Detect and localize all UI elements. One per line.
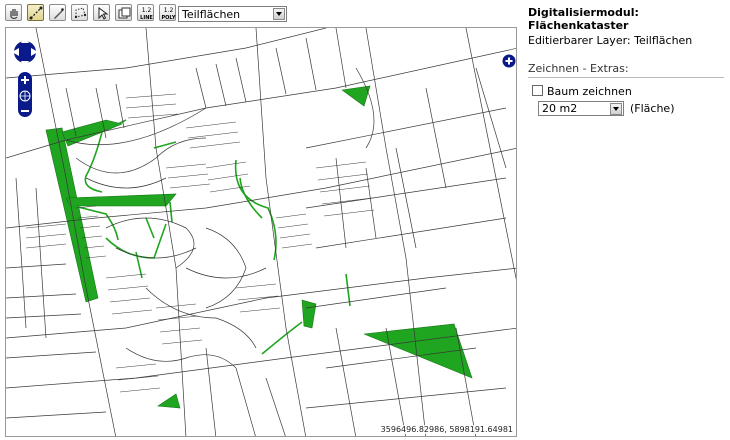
- layer-switcher-icon[interactable]: [502, 54, 516, 68]
- tree-size-row: 20 m2 (Fläche): [528, 101, 724, 117]
- parcel-map[interactable]: [6, 28, 517, 437]
- select-arrow-icon[interactable]: [93, 4, 110, 21]
- edit-pen-icon[interactable]: [49, 4, 66, 21]
- green-area: [65, 193, 177, 207]
- layer-select-value: Teilflächen: [182, 8, 241, 21]
- green-area: [341, 85, 371, 107]
- green-areas: [45, 85, 473, 409]
- chevron-down-icon[interactable]: [273, 8, 285, 20]
- pan-hand-icon[interactable]: [5, 4, 22, 21]
- panel-title: Digitalisiermodul: Flächenkataster: [528, 6, 639, 32]
- measure-poly-number: 1.2: [164, 7, 174, 14]
- measure-line-label: LINE: [140, 15, 153, 21]
- measure-poly-label: POLY: [162, 15, 176, 21]
- tree-size-value: 20 m2: [542, 102, 578, 115]
- tree-size-unit: (Fläche): [630, 102, 675, 115]
- map-navigation: [12, 36, 38, 117]
- measure-line-number: 1.2: [142, 7, 152, 14]
- chevron-down-icon[interactable]: [610, 103, 622, 115]
- green-area: [301, 299, 317, 329]
- green-area: [45, 127, 99, 303]
- editable-layer-text: Editierbarer Layer: Teilflächen: [528, 34, 693, 47]
- tree-checkbox-label: Baum zeichnen: [547, 85, 632, 98]
- coordinate-readout: 3596496.82986, 5898191.64981: [380, 425, 513, 434]
- tree-checkbox-row: Baum zeichnen: [528, 85, 724, 99]
- extras-heading: Zeichnen - Extras:: [528, 62, 724, 78]
- green-area: [157, 393, 181, 409]
- copy-icon[interactable]: [115, 4, 132, 21]
- digitizer-panel: Digitalisiermodul: Flächenkataster Editi…: [528, 6, 724, 117]
- tree-size-select[interactable]: 20 m2: [538, 101, 624, 116]
- measure-poly-icon[interactable]: 1.2 POLY: [159, 4, 176, 21]
- measure-line-icon[interactable]: 1.2 LINE: [137, 4, 154, 21]
- layer-select[interactable]: Teilflächen: [178, 6, 287, 22]
- draw-line-icon[interactable]: [27, 4, 44, 21]
- tree-checkbox[interactable]: [532, 85, 543, 96]
- map-canvas[interactable]: 3596496.82986, 5898191.64981: [5, 27, 517, 437]
- draw-polygon-icon[interactable]: [71, 4, 88, 21]
